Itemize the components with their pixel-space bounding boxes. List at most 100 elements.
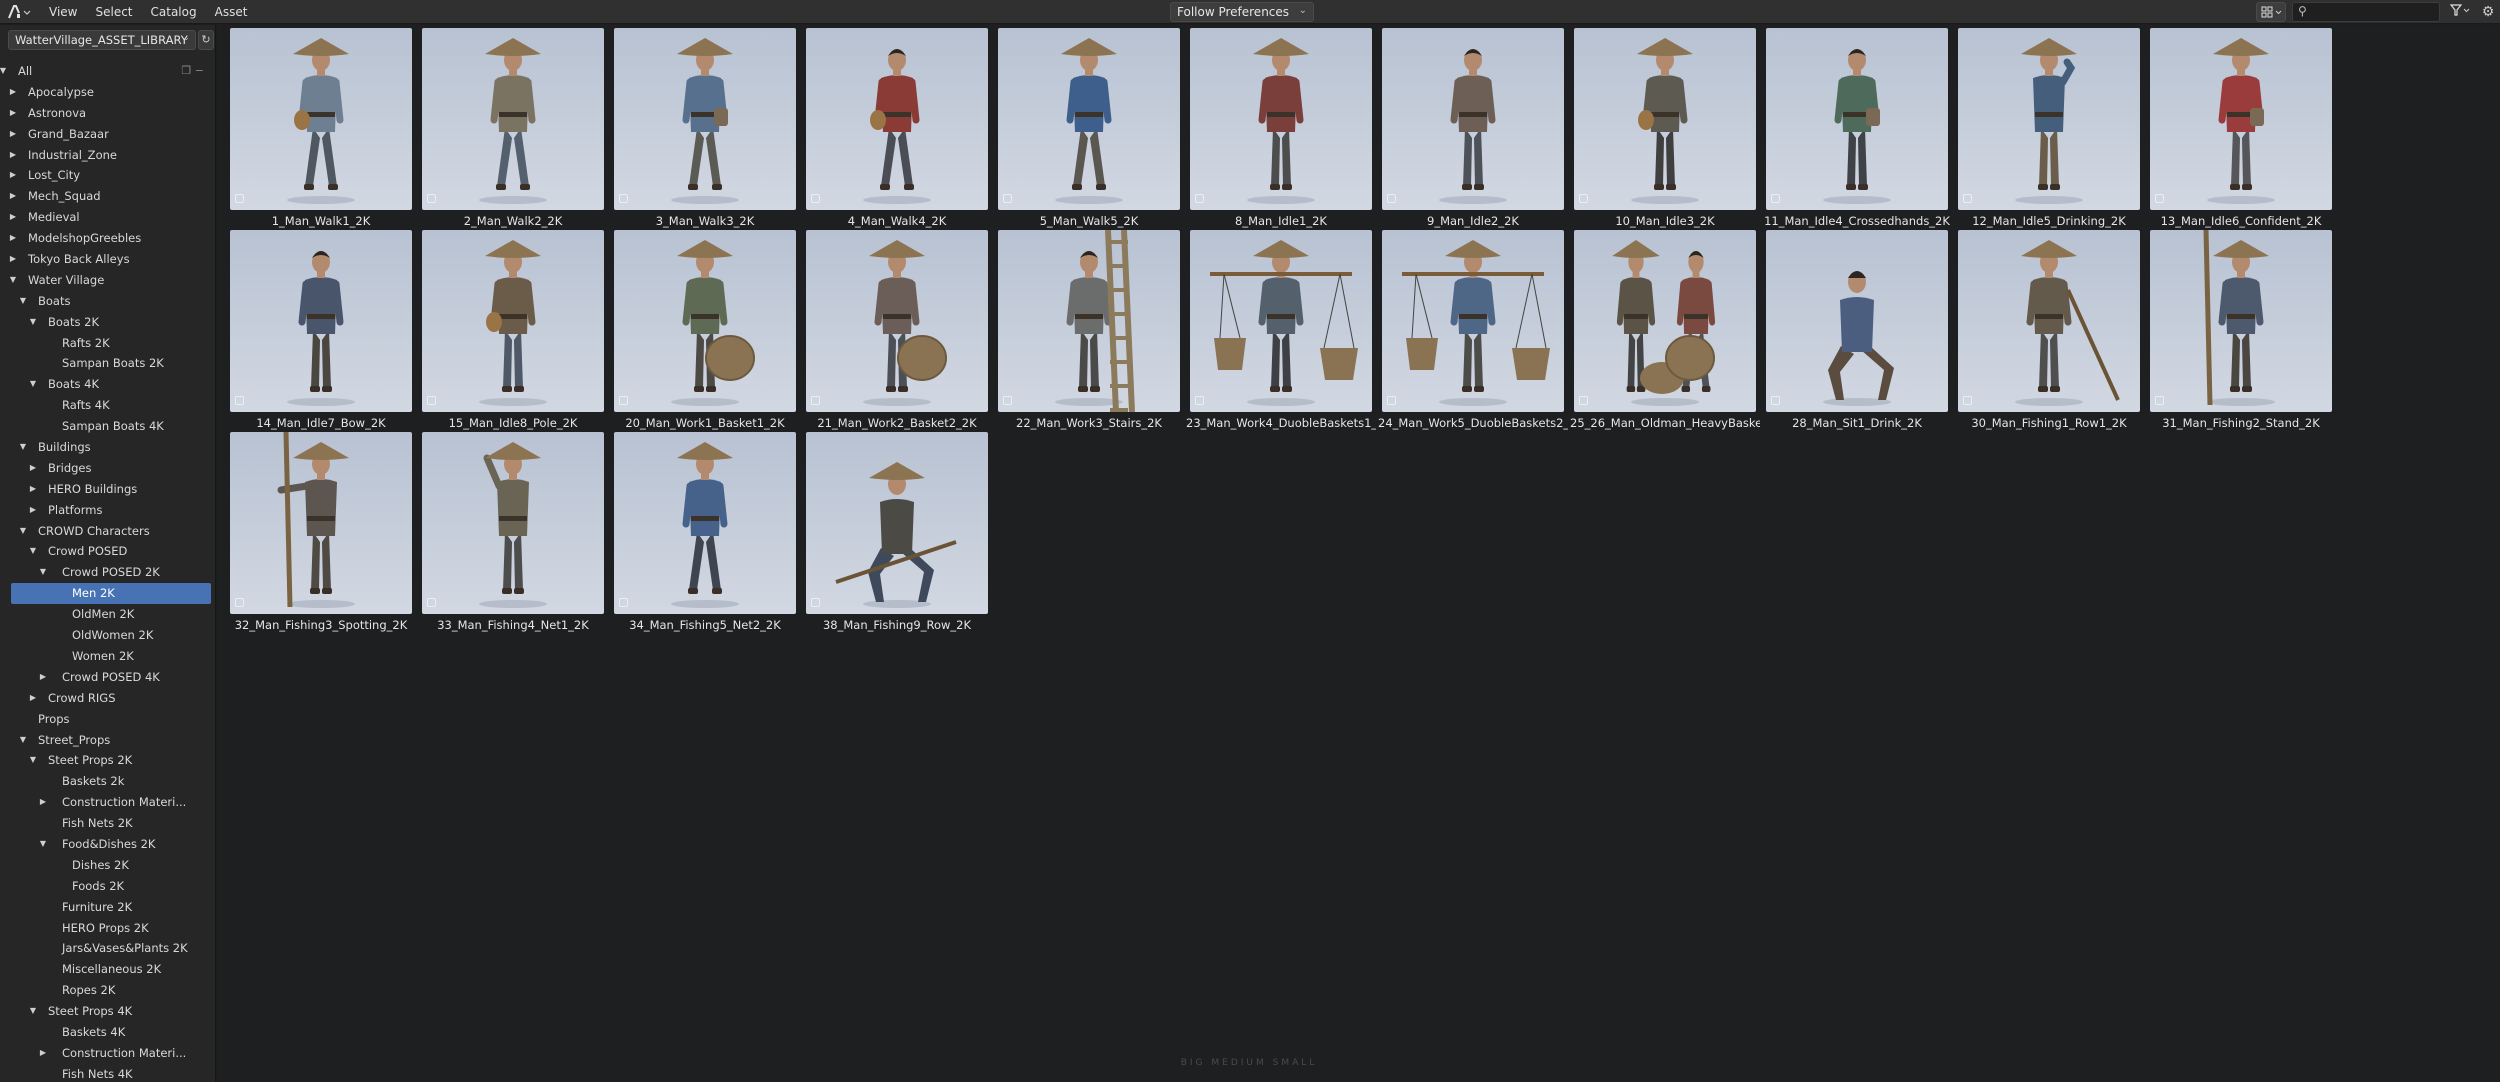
disclosure-closed-icon[interactable]: ▶ <box>8 186 18 207</box>
asset-thumbnail[interactable] <box>2150 230 2332 412</box>
catalog-item[interactable]: ▼ Boats <box>0 291 215 312</box>
catalog-item[interactable]: ▶ Platforms <box>0 500 215 521</box>
asset-tile[interactable]: 3_Man_Walk3_2K <box>614 26 796 228</box>
catalog-item[interactable]: Baskets 4K <box>0 1022 215 1043</box>
catalog-item[interactable]: Baskets 2k <box>0 771 215 792</box>
disclosure-closed-icon[interactable]: ▶ <box>28 479 38 500</box>
asset-thumbnail[interactable] <box>1766 28 1948 210</box>
catalog-item[interactable]: ▼ Street_Props <box>0 730 215 751</box>
asset-thumbnail[interactable] <box>614 230 796 412</box>
asset-thumbnail[interactable] <box>806 28 988 210</box>
catalog-item[interactable]: ▶ Bridges <box>0 458 215 479</box>
disclosure-closed-icon[interactable]: ▶ <box>8 145 18 166</box>
asset-tile[interactable]: 32_Man_Fishing3_Spotting_2K <box>230 430 412 632</box>
catalog-item[interactable]: Foods 2K <box>0 876 215 897</box>
catalog-item[interactable]: ▼ CROWD Characters <box>0 521 215 542</box>
disclosure-open-icon[interactable]: ▼ <box>28 541 38 562</box>
asset-tile[interactable]: 14_Man_Idle7_Bow_2K <box>230 228 412 430</box>
disclosure-closed-icon[interactable]: ▶ <box>28 688 38 709</box>
asset-thumbnail[interactable] <box>806 230 988 412</box>
catalog-item[interactable]: ▶ Crowd POSED 4K <box>0 667 215 688</box>
catalog-item[interactable]: OldWomen 2K <box>0 625 215 646</box>
asset-tile[interactable]: 28_Man_Sit1_Drink_2K <box>1766 228 1948 430</box>
disclosure-closed-icon[interactable]: ▶ <box>8 82 18 103</box>
catalog-item[interactable]: Jars&Vases&Plants 2K <box>0 938 215 959</box>
catalog-item[interactable]: ▶ Industrial_Zone <box>0 145 215 166</box>
catalog-item[interactable]: ▶ Lost_City <box>0 165 215 186</box>
catalog-item[interactable]: ▶ Construction Materi... <box>0 1043 215 1064</box>
disclosure-closed-icon[interactable]: ▶ <box>38 667 48 688</box>
catalog-item[interactable]: ▶ HERO Buildings <box>0 479 215 500</box>
asset-thumbnail[interactable] <box>1574 230 1756 412</box>
menu-catalog[interactable]: Catalog <box>142 0 206 24</box>
catalog-item[interactable]: Furniture 2K <box>0 897 215 918</box>
disclosure-closed-icon[interactable]: ▶ <box>8 228 18 249</box>
asset-tile[interactable]: 23_Man_Work4_DuobleBaskets1_2K <box>1186 228 1376 430</box>
asset-library-dropdown[interactable]: WatterVillage_ASSET_LIBRARY ⌄ <box>8 30 196 50</box>
asset-tile[interactable]: 4_Man_Walk4_2K <box>806 26 988 228</box>
asset-tile[interactable]: 13_Man_Idle6_Confident_2K <box>2150 26 2332 228</box>
gear-icon[interactable]: ⚙ <box>2478 2 2498 22</box>
disclosure-open-icon[interactable]: ▼ <box>28 312 38 333</box>
catalog-item[interactable]: Rafts 2K <box>0 333 215 354</box>
disclosure-closed-icon[interactable]: ▶ <box>8 207 18 228</box>
asset-tile[interactable]: 8_Man_Idle1_2K <box>1190 26 1372 228</box>
asset-tile[interactable]: 9_Man_Idle2_2K <box>1382 26 1564 228</box>
asset-tile[interactable]: 20_Man_Work1_Basket1_2K <box>614 228 796 430</box>
catalog-item[interactable]: ▶ Grand_Bazaar <box>0 124 215 145</box>
disclosure-open-icon[interactable]: ▼ <box>28 374 38 395</box>
refresh-library-button[interactable]: ↻ <box>198 30 214 50</box>
disclosure-closed-icon[interactable]: ▶ <box>8 249 18 270</box>
asset-tile[interactable]: 2_Man_Walk2_2K <box>422 26 604 228</box>
asset-tile[interactable]: 34_Man_Fishing5_Net2_2K <box>614 430 796 632</box>
asset-thumbnail[interactable] <box>422 28 604 210</box>
asset-thumbnail[interactable] <box>1190 28 1372 210</box>
filter-button[interactable] <box>2446 2 2474 22</box>
disclosure-open-icon[interactable]: ▼ <box>18 730 28 751</box>
add-remove-catalog-icon[interactable]: ❐ − <box>181 61 204 82</box>
catalog-item[interactable]: ▶ ModelshopGreebles <box>0 228 215 249</box>
asset-tile[interactable]: 33_Man_Fishing4_Net1_2K <box>422 430 604 632</box>
disclosure-open-icon[interactable]: ▼ <box>0 61 8 82</box>
catalog-item[interactable]: Women 2K <box>0 646 215 667</box>
disclosure-closed-icon[interactable]: ▶ <box>8 124 18 145</box>
editor-type-button[interactable] <box>6 2 34 22</box>
asset-tile[interactable]: 10_Man_Idle3_2K <box>1574 26 1756 228</box>
disclosure-closed-icon[interactable]: ▶ <box>8 165 18 186</box>
asset-thumbnail[interactable] <box>806 432 988 614</box>
asset-tile[interactable]: 11_Man_Idle4_Crossedhands_2K <box>1764 26 1950 228</box>
asset-thumbnail[interactable] <box>614 432 796 614</box>
menu-select[interactable]: Select <box>86 0 141 24</box>
display-settings-button[interactable] <box>2256 2 2286 22</box>
asset-thumbnail[interactable] <box>422 230 604 412</box>
asset-tile[interactable]: 5_Man_Walk5_2K <box>998 26 1180 228</box>
catalog-item[interactable]: ▶ Tokyo Back Alleys <box>0 249 215 270</box>
catalog-item[interactable]: ▶ Apocalypse <box>0 82 215 103</box>
catalog-item[interactable]: Sampan Boats 4K <box>0 416 215 437</box>
asset-thumbnail[interactable] <box>230 28 412 210</box>
disclosure-open-icon[interactable]: ▼ <box>18 521 28 542</box>
asset-thumbnail[interactable] <box>422 432 604 614</box>
asset-tile[interactable]: 24_Man_Work5_DuobleBaskets2_2K <box>1378 228 1568 430</box>
asset-tile[interactable]: 22_Man_Work3_Stairs_2K <box>998 228 1180 430</box>
disclosure-open-icon[interactable]: ▼ <box>38 562 48 583</box>
disclosure-closed-icon[interactable]: ▶ <box>38 792 48 813</box>
catalog-item[interactable]: Fish Nets 4K <box>0 1064 215 1082</box>
asset-thumbnail[interactable] <box>1382 28 1564 210</box>
asset-tile[interactable]: 21_Man_Work2_Basket2_2K <box>806 228 988 430</box>
catalog-item[interactable]: ▼ Water Village <box>0 270 215 291</box>
catalog-item[interactable]: ▼ Food&Dishes 2K <box>0 834 215 855</box>
asset-thumbnail[interactable] <box>230 230 412 412</box>
catalog-item[interactable]: ▼ Boats 4K <box>0 374 215 395</box>
asset-tile[interactable]: 31_Man_Fishing2_Stand_2K <box>2150 228 2332 430</box>
disclosure-closed-icon[interactable]: ▶ <box>28 500 38 521</box>
catalog-item[interactable]: ▼ Boats 2K <box>0 312 215 333</box>
asset-thumbnail[interactable] <box>614 28 796 210</box>
asset-thumbnail[interactable] <box>998 230 1180 412</box>
asset-tile[interactable]: 25_26_Man_Oldman_HeavyBaske... <box>1570 228 1760 430</box>
disclosure-open-icon[interactable]: ▼ <box>28 1001 38 1022</box>
catalog-item[interactable]: Props <box>0 709 215 730</box>
asset-thumbnail[interactable] <box>1574 28 1756 210</box>
catalog-item[interactable]: Miscellaneous 2K <box>0 959 215 980</box>
disclosure-closed-icon[interactable]: ▶ <box>8 103 18 124</box>
